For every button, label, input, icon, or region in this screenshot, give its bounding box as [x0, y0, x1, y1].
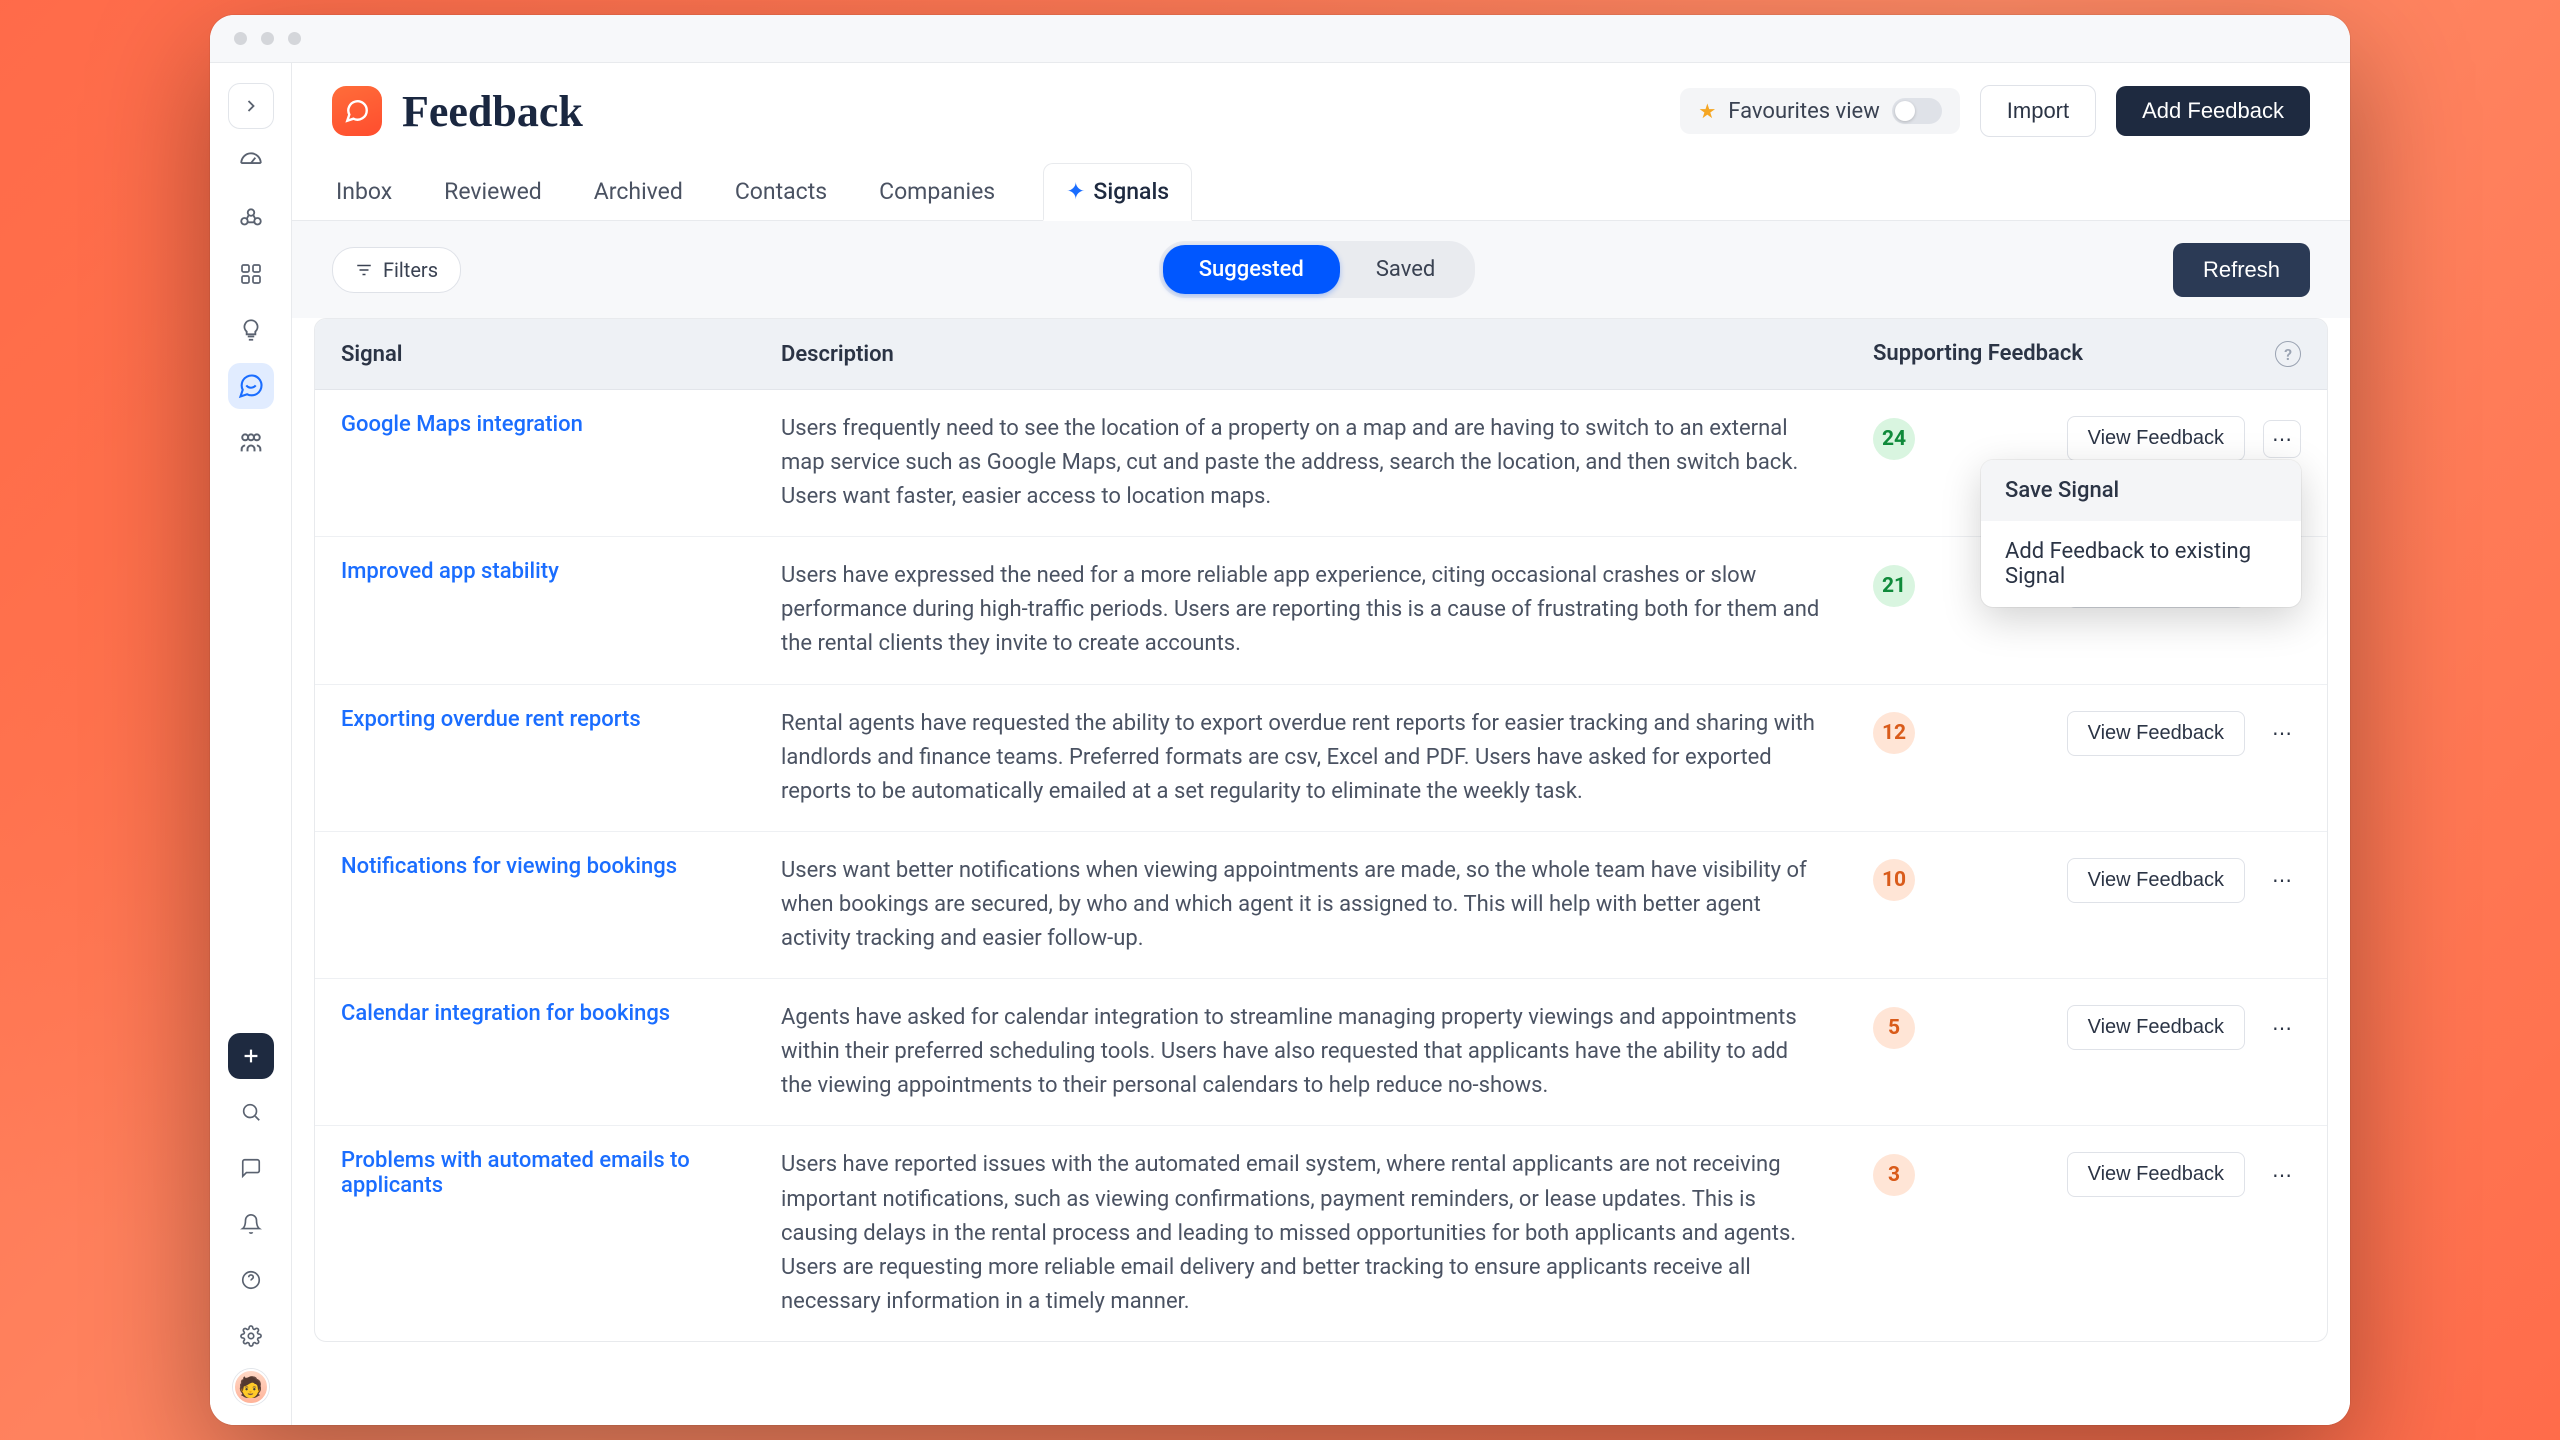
dropdown-save-signal[interactable]: Save Signal: [1981, 460, 2301, 521]
nav-teams[interactable]: [228, 195, 274, 241]
feedback-count-badge: 10: [1873, 859, 1915, 901]
supporting-feedback-cell: 3 View Feedback ⋯: [1873, 1148, 2301, 1197]
signal-description: Users want better notifications when vie…: [781, 854, 1821, 956]
feedback-count-badge: 3: [1873, 1154, 1915, 1196]
favourites-label: Favourites view: [1728, 99, 1879, 124]
dropdown-add-to-existing[interactable]: Add Feedback to existing Signal: [1981, 521, 2301, 607]
signal-link[interactable]: Problems with automated emails to applic…: [341, 1148, 690, 1198]
tab-label: Signals: [1093, 178, 1169, 205]
sparkle-icon: ✦: [1066, 178, 1085, 205]
tab-reviewed[interactable]: Reviewed: [440, 163, 546, 220]
feedback-count-badge: 12: [1873, 712, 1915, 754]
import-button[interactable]: Import: [1980, 85, 2096, 137]
add-feedback-button[interactable]: Add Feedback: [2116, 86, 2310, 136]
feedback-count-badge: 5: [1873, 1007, 1915, 1049]
segment-saved[interactable]: Saved: [1340, 245, 1471, 294]
table-row: Notifications for viewing bookings Users …: [315, 832, 2327, 979]
nav-apps[interactable]: [228, 251, 274, 297]
th-signal: Signal: [315, 319, 755, 390]
app-window: 🧑 Feedback ★ Favourites view Import Add …: [210, 15, 2350, 1425]
main-content: Feedback ★ Favourites view Import Add Fe…: [292, 63, 2350, 1425]
nav-chat[interactable]: [228, 1145, 274, 1191]
tab-label: Companies: [879, 178, 995, 205]
th-supporting-feedback: Supporting Feedback ?: [1847, 319, 2327, 390]
view-feedback-button[interactable]: View Feedback: [2067, 416, 2245, 461]
tab-label: Archived: [594, 178, 683, 205]
nav-notifications[interactable]: [228, 1201, 274, 1247]
sidebar-expand-button[interactable]: [228, 83, 274, 129]
row-more-button[interactable]: ⋯: [2263, 1156, 2301, 1194]
view-feedback-button[interactable]: View Feedback: [2067, 711, 2245, 756]
tab-signals[interactable]: ✦ Signals: [1043, 163, 1192, 221]
signal-description: Users have expressed the need for a more…: [781, 559, 1821, 661]
nav-search[interactable]: [228, 1089, 274, 1135]
user-avatar[interactable]: 🧑: [233, 1369, 269, 1405]
tab-contacts[interactable]: Contacts: [731, 163, 831, 220]
traffic-light-maximize[interactable]: [288, 32, 301, 45]
nav-help[interactable]: [228, 1257, 274, 1303]
nav-settings[interactable]: [228, 1313, 274, 1359]
table-row: Google Maps integration Users frequently …: [315, 390, 2327, 537]
traffic-light-close[interactable]: [234, 32, 247, 45]
refresh-button[interactable]: Refresh: [2173, 243, 2310, 297]
signals-table-container: Signal Description Supporting Feedback ?…: [292, 318, 2350, 1425]
signal-link[interactable]: Google Maps integration: [341, 412, 583, 437]
traffic-light-minimize[interactable]: [261, 32, 274, 45]
tab-inbox[interactable]: Inbox: [332, 163, 396, 220]
filters-label: Filters: [383, 258, 438, 282]
toolbar: Filters Suggested Saved Refresh: [292, 221, 2350, 318]
tabs-bar: Inbox Reviewed Archived Contacts Companies ✦ S…: [292, 137, 2350, 221]
table-row: Calendar integration for bookings Agents …: [315, 979, 2327, 1126]
feedback-count-badge: 21: [1873, 565, 1915, 607]
segment-control: Suggested Saved: [1159, 241, 1476, 298]
supporting-feedback-cell: 10 View Feedback ⋯: [1873, 854, 2301, 903]
filters-button[interactable]: Filters: [332, 247, 461, 293]
feedback-brand-icon: [332, 86, 382, 136]
toggle-switch[interactable]: [1892, 98, 1942, 124]
supporting-feedback-cell: 24View Feedback⋯Save SignalAdd Feedback …: [1873, 412, 2301, 461]
signal-description: Users have reported issues with the auto…: [781, 1148, 1821, 1318]
signal-link[interactable]: Notifications for viewing bookings: [341, 854, 677, 879]
segment-suggested[interactable]: Suggested: [1163, 245, 1340, 294]
favourites-view-toggle[interactable]: ★ Favourites view: [1680, 88, 1959, 134]
star-icon: ★: [1698, 99, 1716, 123]
tab-label: Inbox: [336, 178, 392, 205]
table-row: Exporting overdue rent reports Rental age…: [315, 685, 2327, 832]
nav-feedback[interactable]: [228, 363, 274, 409]
page-title: Feedback: [402, 86, 583, 137]
nav-ideas[interactable]: [228, 307, 274, 353]
signal-link[interactable]: Exporting overdue rent reports: [341, 707, 641, 732]
row-dropdown-menu: Save SignalAdd Feedback to existing Sign…: [1981, 460, 2301, 607]
row-more-button[interactable]: ⋯: [2263, 420, 2301, 458]
tab-label: Reviewed: [444, 178, 542, 205]
page-header: Feedback ★ Favourites view Import Add Fe…: [292, 63, 2350, 137]
feedback-count-badge: 24: [1873, 418, 1915, 460]
view-feedback-button[interactable]: View Feedback: [2067, 858, 2245, 903]
signal-description: Rental agents have requested the ability…: [781, 707, 1821, 809]
signal-link[interactable]: Improved app stability: [341, 559, 559, 584]
nav-dashboard[interactable]: [228, 139, 274, 185]
supporting-feedback-cell: 5 View Feedback ⋯: [1873, 1001, 2301, 1050]
help-icon[interactable]: ?: [2275, 341, 2301, 367]
sidebar-add-button[interactable]: [228, 1033, 274, 1079]
nav-people[interactable]: [228, 419, 274, 465]
row-more-button[interactable]: ⋯: [2263, 714, 2301, 752]
signal-description: Users frequently need to see the locatio…: [781, 412, 1821, 514]
sidebar: 🧑: [210, 63, 292, 1425]
view-feedback-button[interactable]: View Feedback: [2067, 1005, 2245, 1050]
view-feedback-button[interactable]: View Feedback: [2067, 1152, 2245, 1197]
tab-label: Contacts: [735, 178, 827, 205]
signal-link[interactable]: Calendar integration for bookings: [341, 1001, 670, 1026]
row-more-button[interactable]: ⋯: [2263, 1009, 2301, 1047]
tab-companies[interactable]: Companies: [875, 163, 999, 220]
row-more-button[interactable]: ⋯: [2263, 861, 2301, 899]
signals-table: Signal Description Supporting Feedback ?…: [314, 318, 2328, 1342]
window-titlebar: [210, 15, 2350, 63]
table-row: Problems with automated emails to applic…: [315, 1126, 2327, 1340]
th-description: Description: [755, 319, 1847, 390]
signal-description: Agents have asked for calendar integrati…: [781, 1001, 1821, 1103]
supporting-feedback-cell: 12 View Feedback ⋯: [1873, 707, 2301, 756]
tab-archived[interactable]: Archived: [590, 163, 687, 220]
